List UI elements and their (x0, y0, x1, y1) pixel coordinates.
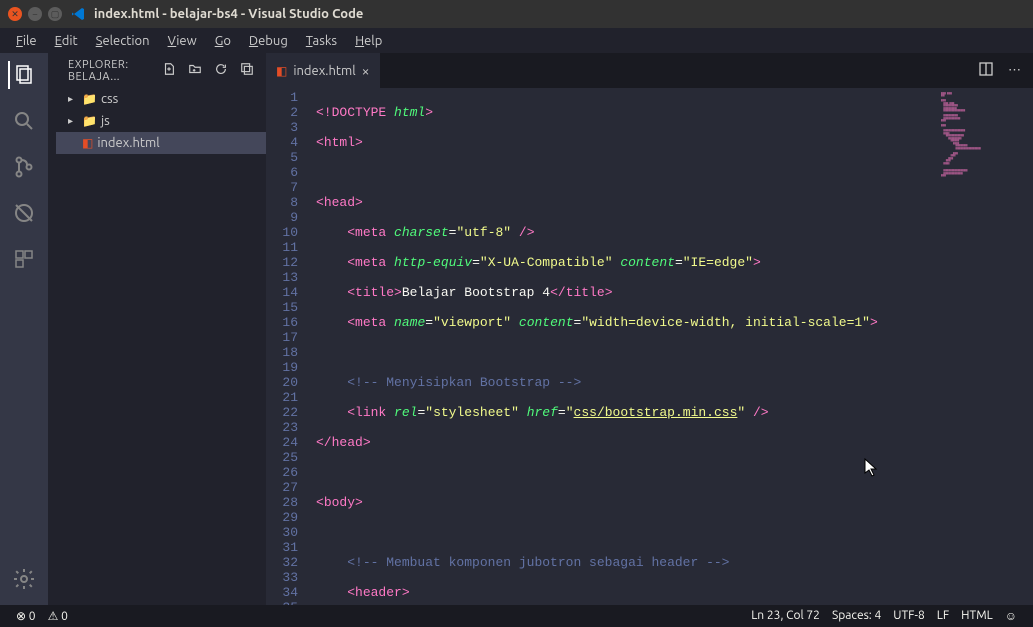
menu-selection[interactable]: Selection (88, 32, 158, 50)
editor-area: ◧ index.html × ⋯ 12345678910111213141516… (266, 53, 1033, 605)
sidebar: EXPLORER: BELAJA... ▸📁css ▸📁js ◧index.ht… (48, 53, 266, 605)
new-file-icon[interactable] (162, 62, 176, 79)
tab-index-html[interactable]: ◧ index.html × (266, 53, 380, 88)
scm-icon[interactable] (10, 153, 38, 181)
sidebar-header: EXPLORER: BELAJA... (48, 53, 266, 88)
window-controls: ✕ – ▢ (8, 7, 62, 21)
tree-file-index[interactable]: ◧index.html (56, 132, 266, 154)
activitybar (0, 53, 48, 605)
maximize-icon[interactable]: ▢ (48, 7, 62, 21)
menubar: File Edit Selection View Go Debug Tasks … (0, 28, 1033, 53)
status-cursor-pos[interactable]: Ln 23, Col 72 (745, 609, 826, 623)
menu-edit[interactable]: Edit (47, 32, 86, 50)
status-spaces[interactable]: Spaces: 4 (826, 609, 887, 623)
status-encoding[interactable]: UTF-8 (887, 609, 930, 623)
menu-tasks[interactable]: Tasks (298, 32, 345, 50)
menu-help[interactable]: Help (347, 32, 390, 50)
sidebar-title: EXPLORER: BELAJA... (68, 59, 156, 83)
status-errors[interactable]: ⊗ 0 (10, 609, 42, 623)
status-language[interactable]: HTML (955, 609, 999, 623)
explorer-icon[interactable] (8, 61, 38, 89)
split-editor-icon[interactable] (978, 61, 994, 80)
menu-debug[interactable]: Debug (241, 32, 296, 50)
debug-icon[interactable] (10, 199, 38, 227)
status-eol[interactable]: LF (931, 609, 955, 623)
status-feedback-icon[interactable]: ☺ (999, 609, 1023, 623)
new-folder-icon[interactable] (188, 62, 202, 79)
tree-folder-js[interactable]: ▸📁js (56, 110, 266, 132)
extensions-icon[interactable] (10, 245, 38, 273)
html-icon: ◧ (276, 64, 287, 78)
gutter: 1234567891011121314151617181920212223242… (266, 88, 316, 605)
status-warnings[interactable]: ⚠ 0 (42, 609, 74, 623)
refresh-icon[interactable] (214, 62, 228, 79)
statusbar: ⊗ 0 ⚠ 0 Ln 23, Col 72 Spaces: 4 UTF-8 LF… (0, 605, 1033, 627)
vscode-icon (70, 6, 86, 22)
menu-view[interactable]: View (160, 32, 205, 50)
close-tab-icon[interactable]: × (362, 63, 370, 79)
settings-icon[interactable] (10, 565, 38, 593)
menu-file[interactable]: File (8, 32, 45, 50)
tree-folder-css[interactable]: ▸📁css (56, 88, 266, 110)
window-title: index.html - belajar-bs4 - Visual Studio… (94, 7, 363, 21)
menu-go[interactable]: Go (207, 32, 239, 50)
file-tree: ▸📁css ▸📁js ◧index.html (48, 88, 266, 154)
editor[interactable]: 1234567891011121314151617181920212223242… (266, 88, 1033, 605)
tabbar: ◧ index.html × ⋯ (266, 53, 1033, 88)
titlebar: ✕ – ▢ index.html - belajar-bs4 - Visual … (0, 0, 1033, 28)
search-icon[interactable] (10, 107, 38, 135)
close-icon[interactable]: ✕ (8, 7, 22, 21)
minimize-icon[interactable]: – (28, 7, 42, 21)
more-icon[interactable]: ⋯ (1008, 63, 1021, 78)
code-content[interactable]: <!DOCTYPE html> <html> <head> <meta char… (316, 88, 1033, 605)
tab-label: index.html (293, 64, 355, 78)
collapse-icon[interactable] (240, 62, 254, 79)
